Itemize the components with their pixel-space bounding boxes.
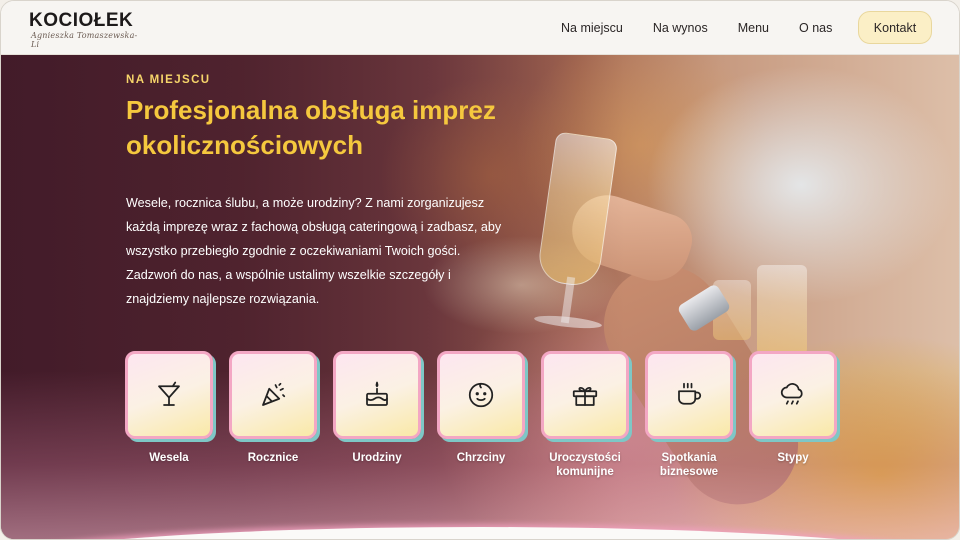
hero-eyebrow: NA MIEJSCU <box>126 74 211 86</box>
tile-spotkania-box <box>645 351 733 439</box>
party-popper-icon <box>262 382 286 406</box>
tile-label: Stypy <box>777 452 809 464</box>
tile-uroczystosci-komunijne[interactable]: Uroczystości komunijne <box>541 351 629 479</box>
tile-komunijne-box <box>541 351 629 439</box>
logo-wordmark: KOCIOŁEK <box>29 10 139 32</box>
tile-label: Uroczystości komunijne <box>549 452 621 478</box>
tile-rocznice-box <box>229 351 317 439</box>
baby-face-icon <box>468 382 494 408</box>
logo[interactable]: KOCIOŁEK Agnieszka Tomaszewska-Li <box>29 10 139 49</box>
tile-label: Urodziny <box>352 452 402 464</box>
nav-item-na-wynos[interactable]: Na wynos <box>653 21 708 35</box>
page-frame: KOCIOŁEK Agnieszka Tomaszewska-Li Na mie… <box>0 0 960 540</box>
logo-tagline: Agnieszka Tomaszewska-Li <box>31 31 138 49</box>
cocktail-glass-icon <box>158 381 180 406</box>
tile-label: Wesela <box>149 452 189 464</box>
tile-label: Spotkania biznesowe <box>659 452 719 478</box>
coffee-cup-icon <box>678 382 702 405</box>
rain-cloud-icon <box>780 383 803 405</box>
gift-icon <box>572 386 598 406</box>
tile-wesela[interactable]: Wesela <box>125 351 213 465</box>
tile-stypy-box <box>749 351 837 439</box>
birthday-cake-icon <box>366 381 388 406</box>
nav-item-menu[interactable]: Menu <box>738 21 769 35</box>
contact-button[interactable]: Kontakt <box>858 11 932 44</box>
tile-label: Rocznice <box>247 452 299 464</box>
tile-label: Chrzciny <box>456 452 506 464</box>
hero-description: Wesele, rocznica ślubu, a może urodziny?… <box>126 196 502 306</box>
hero-headline: Profesjonalna obsługa imprez okolicznośc… <box>126 95 496 160</box>
tile-wesela-box <box>125 351 213 439</box>
tile-rocznice[interactable]: Rocznice <box>229 351 317 465</box>
site-header: KOCIOŁEK Agnieszka Tomaszewska-Li Na mie… <box>1 1 959 55</box>
hero-section: NA MIEJSCU Profesjonalna obsługa imprez … <box>1 55 959 539</box>
tile-chrzciny[interactable]: Chrzciny <box>437 351 525 465</box>
main-nav: Na miejscu Na wynos Menu O nas <box>561 1 862 55</box>
tile-chrzciny-box <box>437 351 525 439</box>
tile-spotkania-biznesowe[interactable]: Spotkania biznesowe <box>645 351 733 479</box>
tile-stypy[interactable]: Stypy <box>749 351 837 465</box>
tile-urodziny-box <box>333 351 421 439</box>
nav-item-na-miejscu[interactable]: Na miejscu <box>561 21 623 35</box>
nav-item-o-nas[interactable]: O nas <box>799 21 832 35</box>
tile-urodziny[interactable]: Urodziny <box>333 351 421 465</box>
logo-text: KOCIOŁEK <box>29 10 134 31</box>
